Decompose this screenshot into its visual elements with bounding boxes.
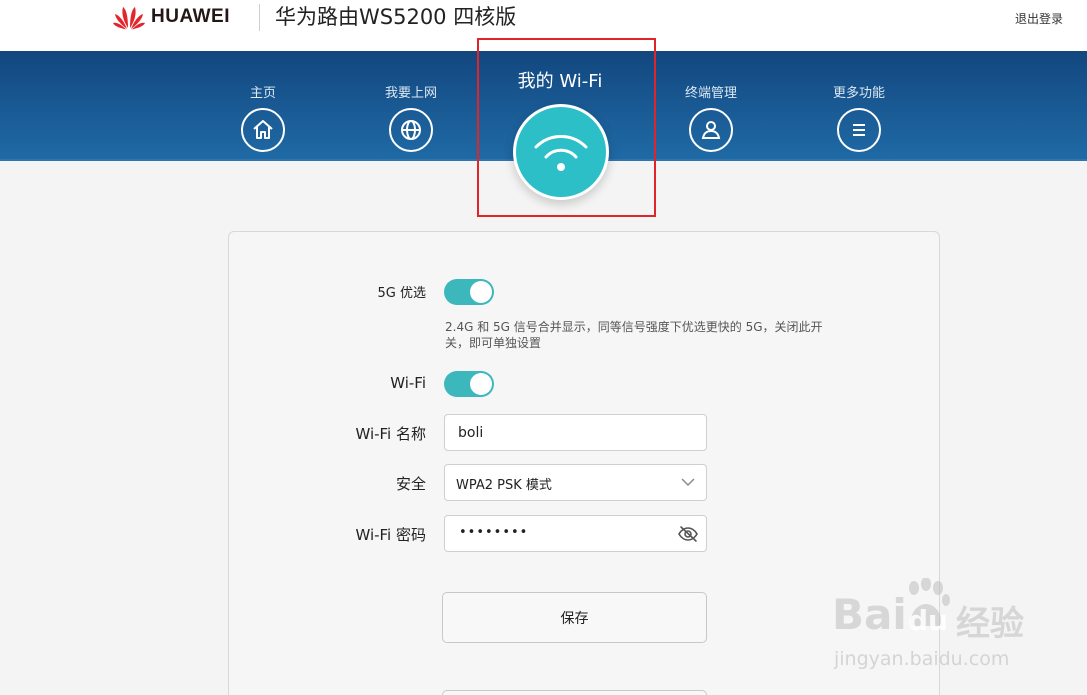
eye-hidden-icon[interactable] bbox=[677, 524, 699, 548]
band-pref-hint-line: 关，即可单独设置 bbox=[445, 336, 542, 350]
wifi-toggle[interactable] bbox=[444, 371, 494, 397]
toggle-knob bbox=[470, 281, 492, 303]
user-icon bbox=[689, 108, 733, 152]
top-header: HUAWEI 华为路由WS5200 四核版 退出登录 bbox=[0, 0, 1087, 51]
logout-link[interactable]: 退出登录 bbox=[1015, 10, 1063, 27]
nav-item-label: 我要上网 bbox=[384, 86, 437, 101]
band-pref-label: 5G 优选 bbox=[377, 286, 426, 301]
wifi-icon[interactable] bbox=[513, 104, 609, 200]
band-pref-hint-line: 2.4G 和 5G 信号合并显示，同等信号强度下优选更快的 5G，关闭此开 bbox=[445, 320, 823, 334]
nav-item-label: 主页 bbox=[249, 86, 276, 101]
security-selected-value: WPA2 PSK 模式 bbox=[456, 478, 552, 493]
nav-item-home[interactable]: 主页 bbox=[218, 85, 308, 152]
ssid-input-field[interactable] bbox=[445, 415, 706, 450]
menu-icon bbox=[837, 108, 881, 152]
home-icon bbox=[241, 108, 285, 152]
nav-item-internet[interactable]: 我要上网 bbox=[366, 85, 456, 152]
brand-name: HUAWEI bbox=[151, 6, 230, 27]
nav-item-label: 我的 Wi-Fi bbox=[517, 71, 603, 92]
ssid-label: Wi-Fi 名称 bbox=[355, 425, 426, 443]
ssid-input[interactable] bbox=[444, 414, 707, 451]
band-pref-hint: 2.4G 和 5G 信号合并显示，同等信号强度下优选更快的 5G，关闭此开 关，… bbox=[445, 319, 835, 351]
password-masked-value: •••••••• bbox=[459, 525, 529, 540]
huawei-logo: HUAWEI bbox=[113, 3, 230, 31]
password-input[interactable]: •••••••• bbox=[444, 515, 707, 552]
nav-item-devices[interactable]: 终端管理 bbox=[666, 85, 756, 152]
header-divider bbox=[259, 4, 260, 31]
wifi-label: Wi-Fi bbox=[390, 374, 426, 392]
nav-item-more[interactable]: 更多功能 bbox=[814, 85, 904, 152]
nav-item-label: 更多功能 bbox=[832, 86, 885, 101]
save-button[interactable]: 保存 bbox=[442, 592, 707, 643]
password-label: Wi-Fi 密码 bbox=[355, 526, 426, 544]
band-pref-toggle[interactable] bbox=[444, 279, 494, 305]
secondary-button[interactable] bbox=[442, 690, 707, 695]
toggle-knob bbox=[470, 373, 492, 395]
globe-icon bbox=[389, 108, 433, 152]
nav-item-label: 终端管理 bbox=[684, 86, 737, 101]
chevron-down-icon bbox=[680, 476, 696, 492]
security-label: 安全 bbox=[395, 475, 426, 493]
product-title: 华为路由WS5200 四核版 bbox=[275, 5, 517, 29]
huawei-petal-icon bbox=[113, 7, 145, 30]
nav-item-my-wifi[interactable]: 我的 Wi-Fi bbox=[500, 70, 620, 94]
security-select[interactable]: WPA2 PSK 模式 bbox=[444, 464, 707, 501]
